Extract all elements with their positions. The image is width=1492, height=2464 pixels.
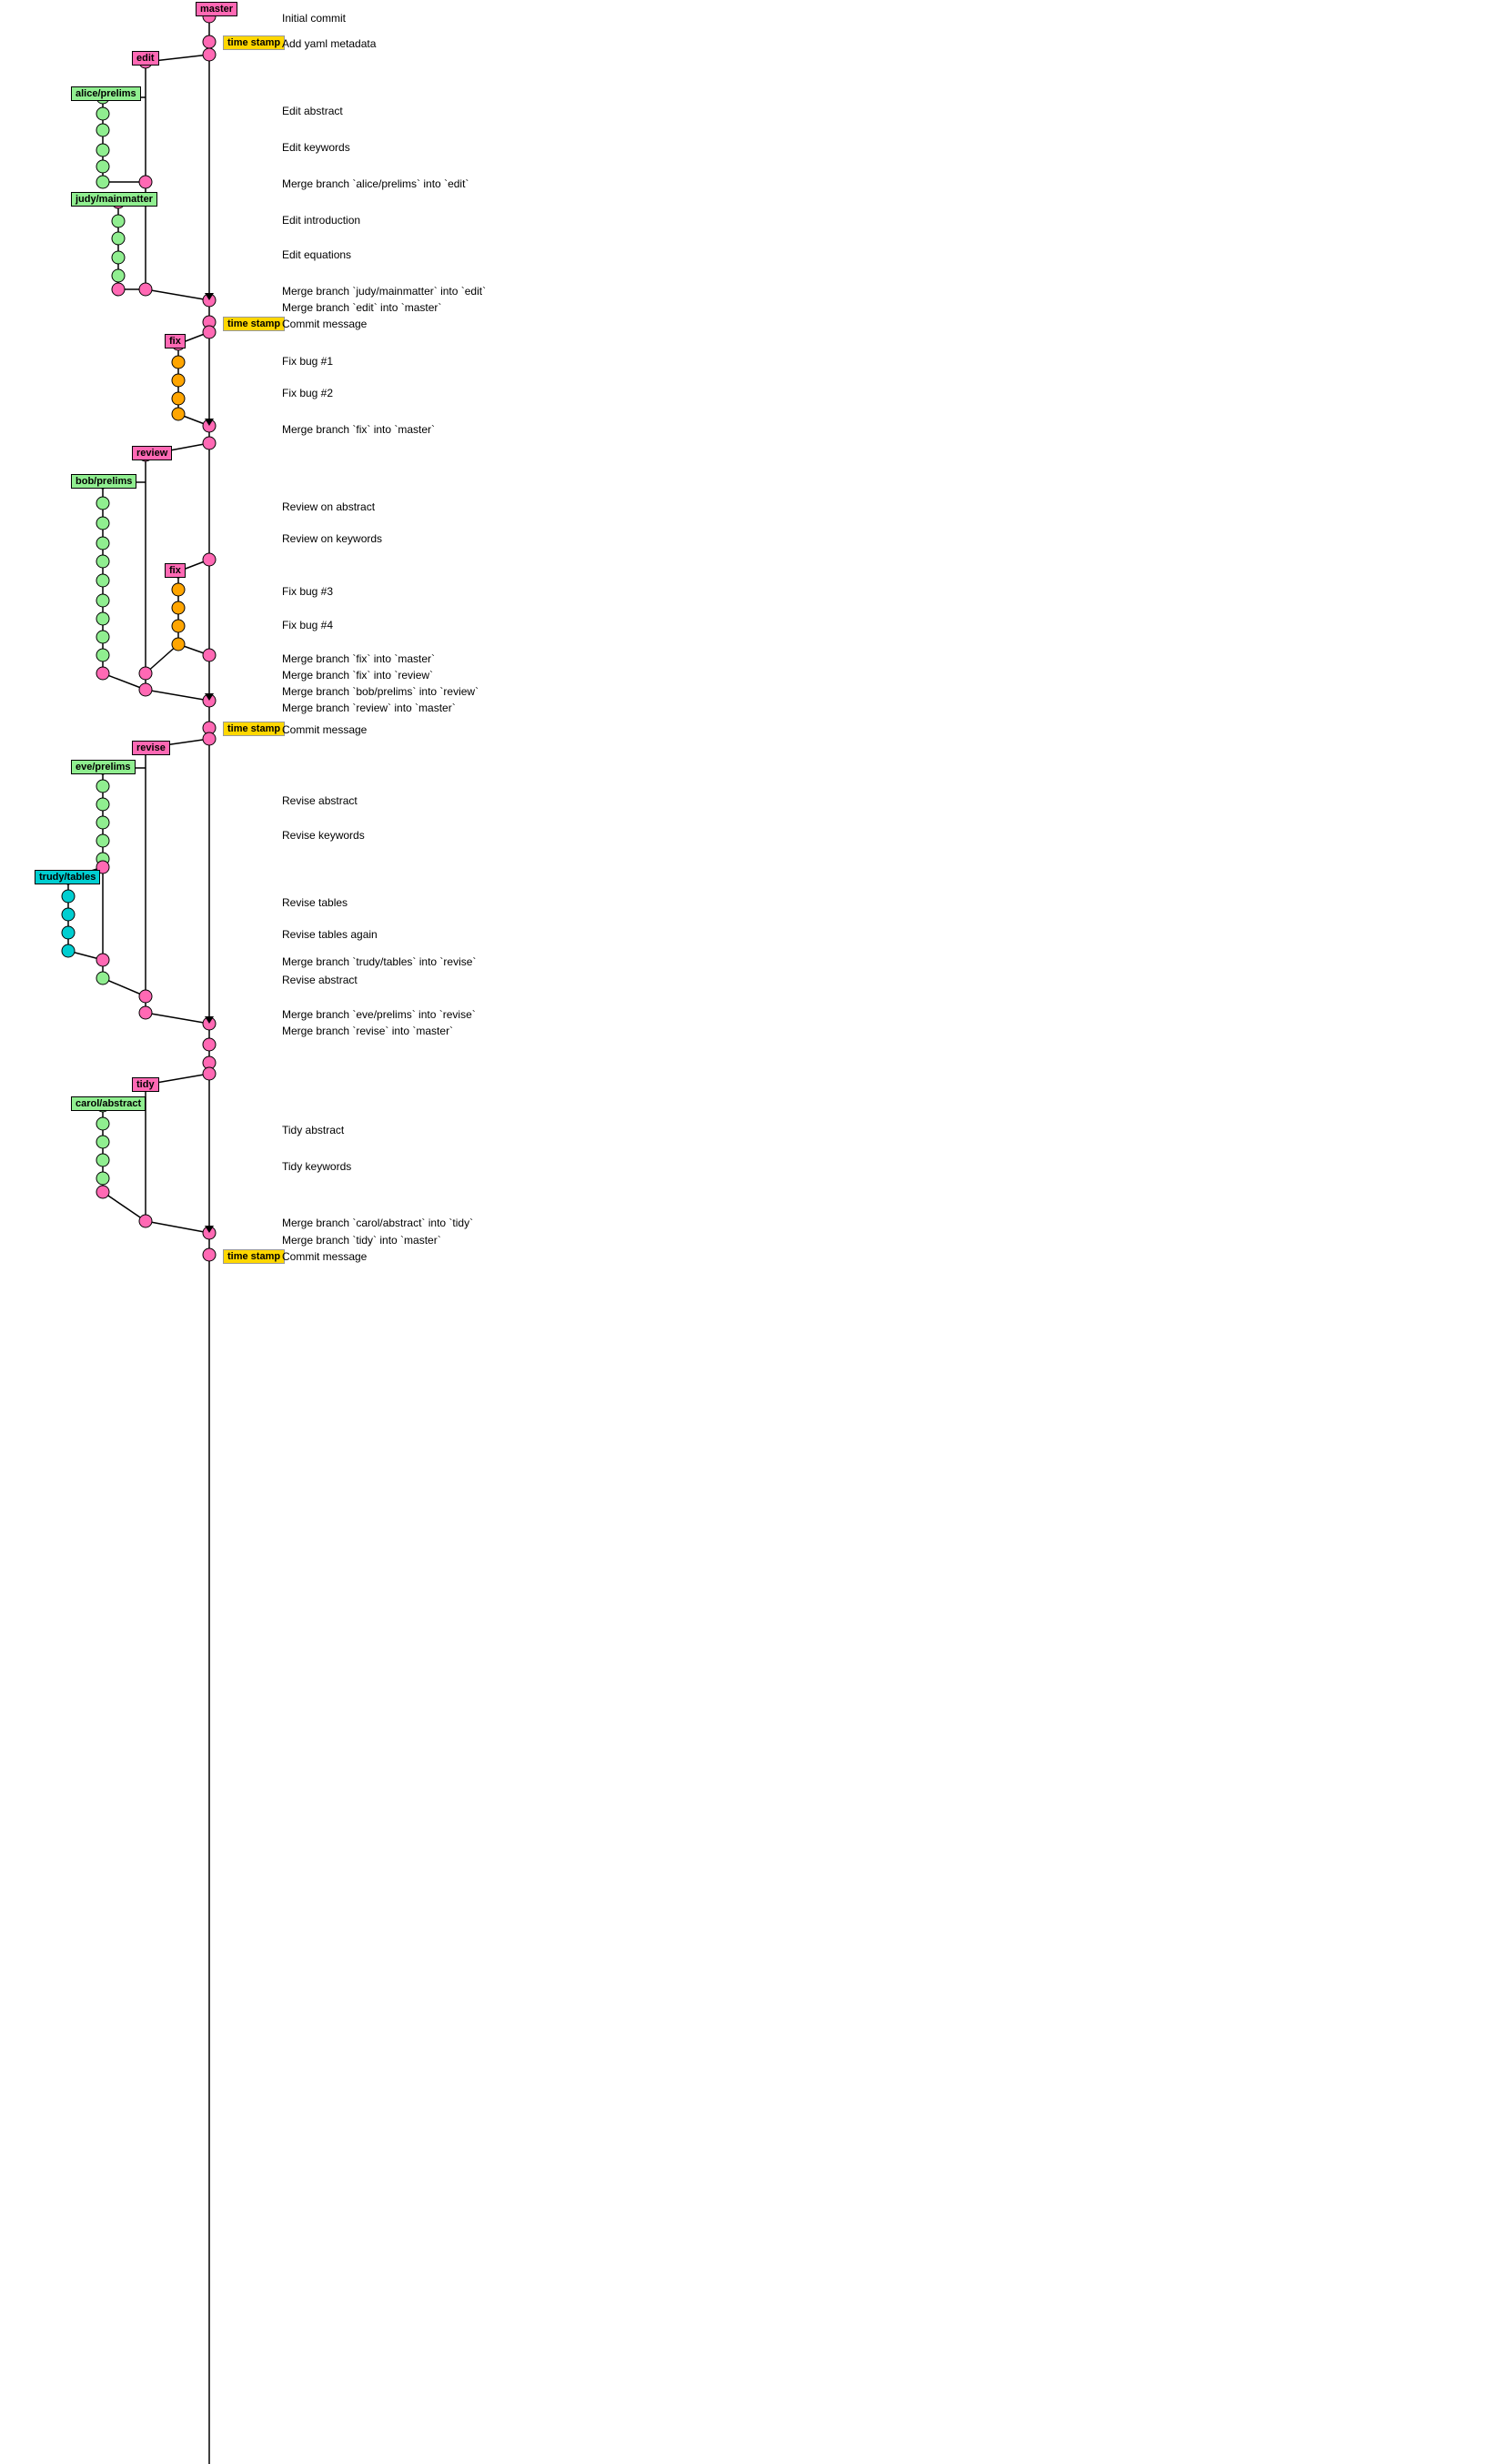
commit-label-merge-revise-master: Merge branch `revise` into `master` <box>282 1022 453 1040</box>
git-graph: master edit alice/prelims judy/mainmatte… <box>0 0 746 2464</box>
commit-label-edit-intro: Edit introduction <box>282 211 360 229</box>
commit-label-fix3: Fix bug #3 <box>282 582 333 601</box>
commit-label-revise-tables-again: Revise tables again <box>282 925 378 944</box>
branch-tag-edit: edit <box>132 51 159 66</box>
timestamp-tag-4: time stamp <box>223 1249 285 1264</box>
commit-label-revise-abstract: Revise abstract <box>282 792 358 810</box>
commit-label-fix2: Fix bug #2 <box>282 384 333 402</box>
commit-label-edit-keywords: Edit keywords <box>282 138 350 157</box>
branch-tag-fix2: fix <box>165 563 186 578</box>
commit-label-merge-fix2-review: Merge branch `fix` into `review` <box>282 666 433 684</box>
commit-label-yaml: Add yaml metadata <box>282 35 376 53</box>
commit-label-edit-abstract: Edit abstract <box>282 102 343 120</box>
commit-label-revise-tables: Revise tables <box>282 894 348 912</box>
commit-label-fix1: Fix bug #1 <box>282 352 333 370</box>
branch-tag-review: review <box>132 446 172 460</box>
commit-label-merge-alice: Merge branch `alice/prelims` into `edit` <box>282 175 469 193</box>
branch-tag-tidy: tidy <box>132 1077 159 1092</box>
commit-label-merge-carol-tidy: Merge branch `carol/abstract` into `tidy… <box>282 1214 473 1232</box>
commit-label-revise-abstract2: Revise abstract <box>282 971 358 989</box>
commit-label-merge-tidy-master: Merge branch `tidy` into `master` <box>282 1231 441 1249</box>
branch-tag-eve: eve/prelims <box>71 760 136 774</box>
commit-label-tidy-keywords: Tidy keywords <box>282 1157 351 1176</box>
branch-tag-carol: carol/abstract <box>71 1096 146 1111</box>
commit-label-tidy-abstract: Tidy abstract <box>282 1121 344 1139</box>
commit-label-commit-msg-2: Commit message <box>282 721 367 739</box>
commit-label-commit-msg-1: Commit message <box>282 315 367 333</box>
branch-tag-trudy: trudy/tables <box>35 870 100 884</box>
commit-label-merge-review-master: Merge branch `review` into `master` <box>282 699 456 717</box>
commit-label-commit-msg-3: Commit message <box>282 1247 367 1266</box>
commit-label-review-keywords: Review on keywords <box>282 530 382 548</box>
commit-label-initial: Initial commit <box>282 9 346 27</box>
timestamp-tag-1: time stamp <box>223 35 285 50</box>
branch-tag-revise: revise <box>132 741 170 755</box>
timestamp-tag-2: time stamp <box>223 317 285 331</box>
commit-label-review-abstract: Review on abstract <box>282 498 375 516</box>
commit-label-merge-judy: Merge branch `judy/mainmatter` into `edi… <box>282 282 486 300</box>
commit-label-fix4: Fix bug #4 <box>282 616 333 634</box>
branch-tag-judy: judy/mainmatter <box>71 192 157 207</box>
branch-tag-fix1: fix <box>165 334 186 348</box>
commit-label-merge-fix1-master: Merge branch `fix` into `master` <box>282 420 435 439</box>
commit-label-merge-eve-revise: Merge branch `eve/prelims` into `revise` <box>282 1005 476 1024</box>
timestamp-tag-3: time stamp <box>223 722 285 736</box>
commit-label-revise-keywords: Revise keywords <box>282 826 365 844</box>
branch-tag-alice: alice/prelims <box>71 86 141 101</box>
commit-label-merge-trudy-revise: Merge branch `trudy/tables` into `revise… <box>282 953 476 971</box>
branch-tag-master: master <box>196 2 237 16</box>
commit-label-merge-fix2-master: Merge branch `fix` into `master` <box>282 650 435 668</box>
commit-label-merge-edit-master: Merge branch `edit` into `master` <box>282 298 441 317</box>
commit-label-merge-bob-review: Merge branch `bob/prelims` into `review` <box>282 682 479 701</box>
branch-tag-bob: bob/prelims <box>71 474 136 489</box>
commit-label-edit-equations: Edit equations <box>282 246 351 264</box>
